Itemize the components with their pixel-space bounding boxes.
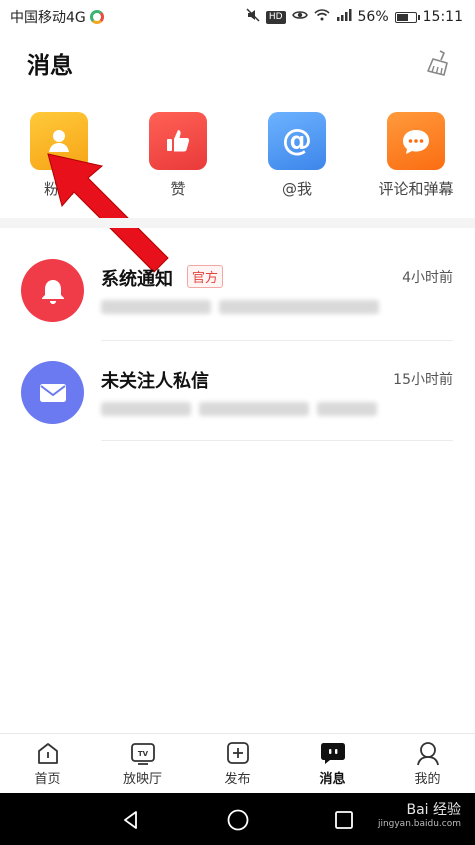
- quick-entry-comments[interactable]: 评论和弹幕: [366, 112, 466, 199]
- eye-icon: [291, 9, 308, 25]
- nav-label: 首页: [34, 772, 61, 787]
- baidu-watermark: Bai 经验 jingyan.baidu.com: [378, 799, 461, 829]
- message-row-system[interactable]: 系统通知 官方 4小时前: [0, 259, 475, 359]
- nav-profile[interactable]: 我的: [380, 740, 475, 787]
- battery-percent: 56%: [357, 9, 389, 25]
- message-title: 系统通知: [101, 269, 173, 290]
- watermark-main: Bai 经验: [406, 802, 461, 818]
- wifi-icon: [313, 9, 330, 25]
- envelope-icon: [21, 361, 84, 424]
- battery-level: [396, 13, 408, 21]
- system-nav-bar: Bai 经验 jingyan.baidu.com: [0, 793, 475, 845]
- nav-publish[interactable]: 发布: [190, 740, 285, 787]
- bottom-nav: 首页 TV 放映厅 发布 消息 我的: [0, 733, 475, 793]
- status-bar: 中国移动4G HD 56% 15:11: [0, 0, 475, 34]
- clear-unread-button[interactable]: [421, 46, 455, 80]
- carrier-logo-icon: [89, 10, 104, 24]
- quick-entry-label: 粉丝: [43, 180, 74, 198]
- nav-label: 我的: [414, 772, 441, 787]
- profile-icon: [380, 740, 475, 766]
- section-divider: [0, 218, 475, 228]
- row-divider: [101, 440, 453, 441]
- plus-icon: [190, 740, 285, 766]
- carrier-text: 中国移动4G: [10, 10, 86, 26]
- mute-icon: [246, 8, 260, 26]
- back-icon[interactable]: [118, 807, 144, 833]
- svg-text:TV: TV: [137, 750, 148, 758]
- message-preview-blurred: [101, 401, 385, 416]
- quick-entry-fans[interactable]: 粉丝: [9, 112, 109, 199]
- bell-icon: [21, 259, 84, 322]
- message-title: 未关注人私信: [101, 371, 209, 392]
- person-icon: [30, 112, 88, 170]
- signal-icon: [336, 9, 352, 25]
- message-row-stranger-dm[interactable]: 未关注人私信 15小时前: [0, 361, 475, 461]
- quick-entry-label: 评论和弹幕: [378, 180, 454, 198]
- nav-label: 放映厅: [122, 772, 162, 787]
- row-divider: [101, 340, 453, 341]
- nav-home[interactable]: 首页: [0, 740, 95, 787]
- chat-icon: [285, 740, 380, 766]
- at-icon: @: [268, 112, 326, 170]
- page-title: 消息: [27, 53, 73, 79]
- recents-icon[interactable]: [331, 807, 357, 833]
- nav-messages[interactable]: 消息: [285, 740, 380, 787]
- nav-theater[interactable]: TV 放映厅: [95, 740, 190, 787]
- battery-icon: [394, 11, 420, 23]
- quick-entry-likes[interactable]: 赞: [128, 112, 228, 199]
- quick-entry-label: 赞: [170, 180, 186, 198]
- tv-icon: TV: [95, 740, 190, 766]
- home-icon: [0, 740, 95, 766]
- message-time: 4小时前: [402, 270, 453, 286]
- official-badge: 官方: [187, 265, 224, 288]
- broom-icon: [427, 50, 448, 76]
- nav-label: 发布: [224, 772, 251, 787]
- watermark-sub: jingyan.baidu.com: [377, 819, 461, 829]
- quick-entry-mentions[interactable]: @ @我: [247, 112, 347, 199]
- nav-label: 消息: [319, 772, 346, 787]
- message-preview-blurred: [101, 299, 387, 314]
- quick-entry-row: 粉丝 赞 @ @我 评论和弹幕: [0, 112, 475, 202]
- header: 消息: [0, 40, 475, 90]
- clock: 15:11: [422, 9, 463, 25]
- thumbs-up-icon: [149, 112, 207, 170]
- comment-icon: [387, 112, 445, 170]
- home-circle-icon[interactable]: [225, 807, 251, 833]
- quick-entry-label: @我: [281, 180, 312, 198]
- message-time: 15小时前: [393, 372, 453, 388]
- hd-icon: HD: [265, 10, 286, 24]
